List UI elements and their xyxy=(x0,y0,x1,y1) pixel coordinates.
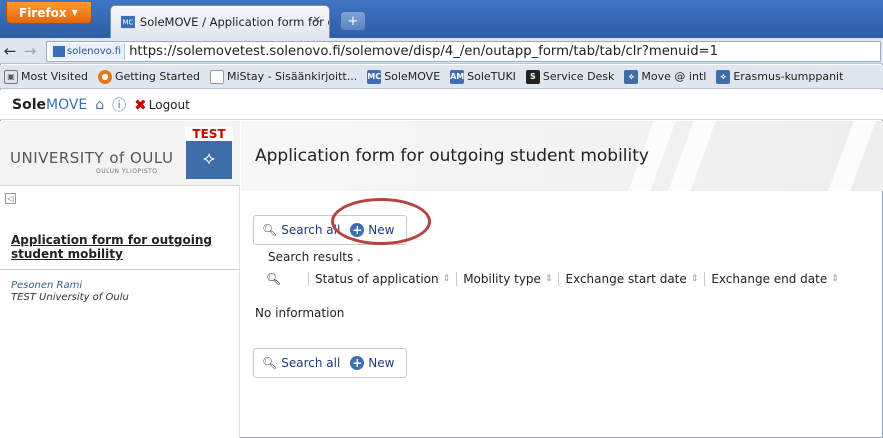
bookmarks-toolbar: ▣ Most Visited ● Getting Started MiStay - … xyxy=(0,65,883,89)
header-decoration xyxy=(828,121,876,191)
oulu-icon: ⟡ xyxy=(716,69,731,84)
mc-icon: MC xyxy=(367,69,382,84)
university-logo-area: UNIVERSITY of OULU OULUN YLIOPISTO ⟡ TES… xyxy=(0,121,240,186)
university-subtitle: OULUN YLIOPISTO xyxy=(96,168,158,175)
bookmark-label: Move @ intl xyxy=(641,70,707,83)
column-header-status[interactable]: Status of application ⇕ xyxy=(308,272,456,286)
brand-bold: Sole xyxy=(12,96,46,113)
firefox-menu-label: Firefox xyxy=(19,5,67,20)
site-identity[interactable]: solenovo.fi xyxy=(50,43,126,60)
test-badge: TEST xyxy=(185,127,233,141)
brand-rest: MOVE xyxy=(46,96,88,113)
sidebar-item-application-form[interactable]: Application form for outgoing student mo… xyxy=(11,233,231,261)
site-identity-label: solenovo.fi xyxy=(67,46,122,57)
bookmark-move-intl[interactable]: ⟡ Move @ intl xyxy=(624,69,707,84)
bookmark-mistay[interactable]: MiStay - Sisäänkirjoitt... xyxy=(210,69,358,84)
help-icon[interactable]: ⓘ xyxy=(112,95,126,115)
bookmark-label: Getting Started xyxy=(114,70,200,83)
header-decoration xyxy=(668,121,716,191)
forward-icon[interactable]: → xyxy=(20,42,40,60)
bookmark-label: SoleTUKI xyxy=(467,70,516,83)
university-name: UNIVERSITY of OULU xyxy=(10,149,174,167)
navigation-bar: ← → solenovo.fi https://solemovetest.sol… xyxy=(0,38,883,64)
action-bar-bottom: 🔍︎ Search all + New xyxy=(253,348,407,378)
am-icon: AM xyxy=(450,69,464,84)
sort-icon: ⇕ xyxy=(831,274,839,284)
collapse-sidebar-icon[interactable]: ◁ xyxy=(5,193,16,204)
column-header-mobility-type[interactable]: Mobility type ⇕ xyxy=(456,272,558,286)
address-bar[interactable]: solenovo.fi https://solemovetest.solenov… xyxy=(46,41,881,62)
column-label: Exchange start date xyxy=(565,272,687,286)
logout-label: Logout xyxy=(148,97,190,112)
column-label: Exchange end date xyxy=(711,272,828,286)
search-icon: 🔍︎ xyxy=(262,223,278,237)
highlight-circle xyxy=(331,198,431,245)
oulu-icon: ⟡ xyxy=(624,69,639,84)
sort-icon: ⇕ xyxy=(442,274,451,284)
bookmark-service-desk[interactable]: S Service Desk xyxy=(525,69,615,84)
bookmark-label: Most Visited xyxy=(21,70,88,83)
page-icon xyxy=(210,69,224,84)
bookmark-erasmus[interactable]: ⟡ Erasmus-kumppanit xyxy=(716,69,844,84)
home-icon[interactable]: ⌂ xyxy=(95,97,104,113)
search-all-label: Search all xyxy=(281,356,341,370)
user-info: Pesonen Rami TEST University of Oulu xyxy=(11,280,129,304)
empty-results-message: No information xyxy=(255,306,345,320)
plus-icon: + xyxy=(350,356,365,370)
bookmark-label: MiStay - Sisäänkirjoitt... xyxy=(227,70,358,83)
page-title: Application form for outgoing student mo… xyxy=(255,146,649,166)
bookmark-solemove[interactable]: MC SoleMOVE xyxy=(367,69,441,84)
column-header-end-date[interactable]: Exchange end date ⇕ xyxy=(704,272,844,286)
search-icon: 🔍︎ xyxy=(262,356,278,370)
zoom-icon: 🔍︎ xyxy=(266,272,282,286)
url-text[interactable]: https://solemovetest.solenovo.fi/solemov… xyxy=(129,44,718,59)
search-all-button[interactable]: 🔍︎ Search all xyxy=(262,223,340,237)
svg-text:MC: MC xyxy=(123,19,134,27)
search-all-button[interactable]: 🔍︎ Search all xyxy=(262,356,340,370)
bookmark-label: Erasmus-kumppanit xyxy=(733,70,844,83)
user-name: Pesonen Rami xyxy=(11,280,83,291)
bookmark-label: Service Desk xyxy=(542,70,615,83)
tab-strip: Firefox ▼ MC SoleMOVE / Application form… xyxy=(0,0,883,38)
column-header-start-date[interactable]: Exchange start date ⇕ xyxy=(558,272,704,286)
close-icon: ✖ xyxy=(134,95,147,114)
sort-icon: ⇕ xyxy=(544,274,553,284)
back-icon[interactable]: ← xyxy=(0,42,20,60)
bookmark-most-visited[interactable]: ▣ Most Visited xyxy=(4,69,88,84)
university-logo-icon: ⟡ xyxy=(186,137,232,179)
new-label: New xyxy=(368,356,395,370)
mc-site-icon xyxy=(53,46,65,57)
app-toolbar: SoleMOVE ⌂ ⓘ ✖ Logout xyxy=(0,90,883,120)
most-visited-icon: ▣ xyxy=(4,69,18,84)
bookmark-label: SoleMOVE xyxy=(384,70,441,83)
firefox-icon: ● xyxy=(97,69,112,84)
firefox-menu-button[interactable]: Firefox ▼ xyxy=(6,2,92,24)
column-label: Mobility type xyxy=(463,272,541,286)
bookmark-soletuki[interactable]: AM SoleTUKI xyxy=(450,69,516,84)
service-icon: S xyxy=(525,69,540,84)
logout-button[interactable]: ✖ Logout xyxy=(134,96,190,114)
sidebar: UNIVERSITY of OULU OULUN YLIOPISTO ⟡ TES… xyxy=(0,121,240,438)
divider xyxy=(0,269,240,270)
tab-title: SoleMOVE / Application form for out... xyxy=(139,15,329,29)
close-tab-icon[interactable]: ✕ xyxy=(313,15,321,26)
results-table-header: 🔍︎ Status of application ⇕ Mobility type ⇕… xyxy=(260,270,870,288)
search-results-label: Search results . xyxy=(268,250,361,264)
new-tab-button[interactable]: + xyxy=(340,11,366,31)
app-brand: SoleMOVE xyxy=(12,97,87,113)
magnify-column[interactable]: 🔍︎ xyxy=(260,272,308,286)
chevron-down-icon: ▼ xyxy=(71,8,78,17)
column-label: Status of application xyxy=(315,272,439,286)
browser-tab[interactable]: MC SoleMOVE / Application form for out..… xyxy=(110,5,330,38)
bookmark-getting-started[interactable]: ● Getting Started xyxy=(97,69,200,84)
user-organization: TEST University of Oulu xyxy=(11,292,129,303)
new-button[interactable]: + New xyxy=(350,356,394,370)
sort-icon: ⇕ xyxy=(690,274,699,284)
mc-favicon-icon: MC xyxy=(121,15,135,29)
